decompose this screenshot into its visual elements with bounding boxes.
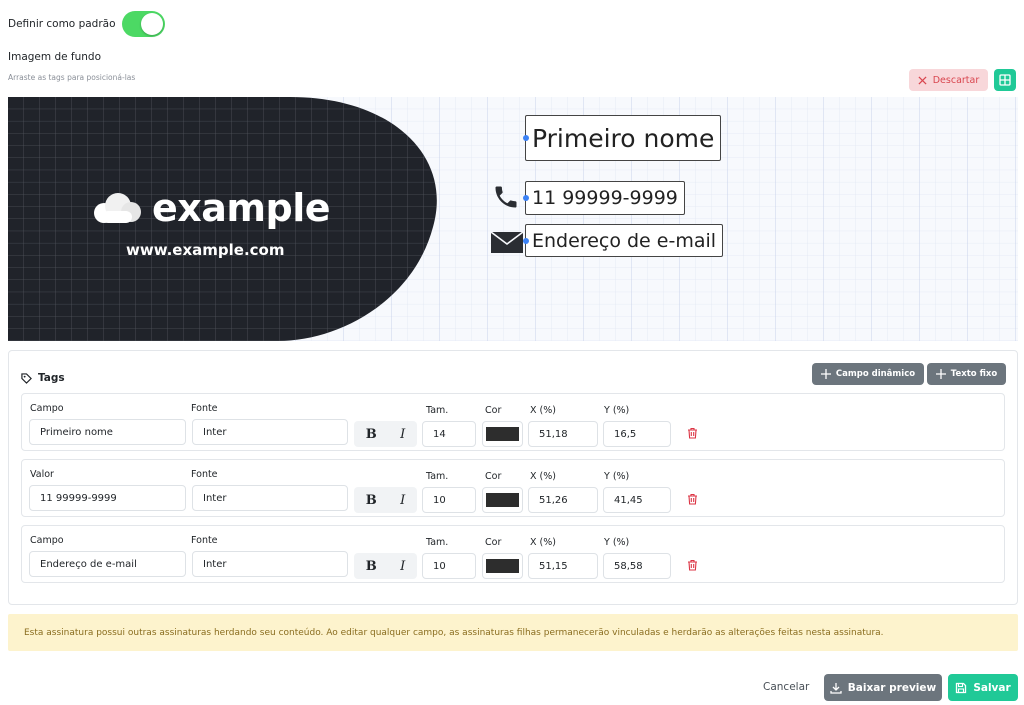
- mail-icon: [490, 231, 524, 253]
- color-swatch: [486, 427, 519, 441]
- size-label: Tam.: [426, 537, 449, 548]
- save-label: Salvar: [973, 681, 1011, 694]
- cloud-icon: [94, 193, 141, 223]
- close-icon: [918, 75, 927, 85]
- discard-button[interactable]: Descartar: [909, 69, 988, 91]
- style-toggles: B I: [354, 553, 417, 579]
- y-label: Y (%): [604, 405, 630, 416]
- italic-button[interactable]: I: [400, 427, 405, 442]
- value-label: Valor: [30, 469, 54, 480]
- cancel-button[interactable]: Cancelar: [763, 681, 809, 693]
- bold-button[interactable]: B: [366, 427, 377, 442]
- y-input[interactable]: 58,58: [603, 553, 671, 579]
- style-toggles: B I: [354, 421, 417, 447]
- italic-button[interactable]: I: [400, 493, 405, 508]
- discard-label: Descartar: [932, 74, 980, 86]
- download-preview-button[interactable]: Baixar preview: [824, 674, 942, 701]
- tags-header: Tags: [21, 372, 65, 384]
- size-input[interactable]: 10: [422, 553, 476, 579]
- toggle-knob: [140, 13, 163, 35]
- add-fixed-label: Texto fixo: [950, 369, 998, 379]
- background-hint: Arraste as tags para posicioná-las: [8, 73, 136, 82]
- y-input[interactable]: 16,5: [603, 421, 671, 447]
- trash-icon[interactable]: [687, 559, 698, 571]
- background-title: Imagem de fundo: [8, 51, 102, 63]
- color-label: Cor: [485, 537, 502, 548]
- field-select[interactable]: Primeiro nome: [29, 419, 186, 445]
- save-icon: [956, 682, 967, 693]
- tags-title: Tags: [38, 372, 65, 384]
- brand-wordmark: example: [152, 186, 331, 230]
- default-label: Definir como padrão: [8, 18, 116, 30]
- default-toggle[interactable]: [121, 11, 165, 37]
- color-swatch: [486, 493, 519, 507]
- y-input[interactable]: 41,45: [603, 487, 671, 513]
- color-swatch: [486, 559, 519, 573]
- download-preview-label: Baixar preview: [847, 681, 937, 694]
- x-label: X (%): [530, 537, 556, 548]
- x-label: X (%): [530, 405, 556, 416]
- grid-icon: [999, 74, 1011, 86]
- tag-phone[interactable]: 11 99999-9999: [523, 181, 685, 215]
- bold-button[interactable]: B: [366, 493, 377, 508]
- inheritance-notice: Esta assinatura possui outras assinatura…: [8, 614, 1018, 651]
- font-select[interactable]: Inter: [192, 551, 348, 577]
- field-label: Campo: [30, 403, 64, 414]
- font-label: Fonte: [191, 535, 218, 546]
- color-picker[interactable]: [482, 421, 523, 447]
- brand-url: www.example.com: [126, 241, 285, 259]
- value-input[interactable]: 11 99999-9999: [29, 485, 186, 511]
- add-dynamic-field-button[interactable]: Campo dinâmico: [812, 363, 924, 385]
- brand-logo: example: [90, 186, 331, 230]
- default-setting: Definir como padrão: [8, 11, 165, 37]
- style-toggles: B I: [354, 487, 417, 513]
- x-input[interactable]: 51,18: [528, 421, 598, 447]
- bold-button[interactable]: B: [366, 559, 377, 574]
- tag-first-name[interactable]: Primeiro nome: [522, 115, 722, 161]
- y-label: Y (%): [604, 537, 630, 548]
- font-label: Fonte: [191, 403, 218, 414]
- size-input[interactable]: 14: [422, 421, 476, 447]
- x-input[interactable]: 51,26: [528, 487, 598, 513]
- tag-icon: [21, 372, 32, 384]
- tag-row: Campo Fonte Tam. Cor X (%) Y (%) Endereç…: [21, 525, 1005, 583]
- color-label: Cor: [485, 405, 502, 416]
- save-button[interactable]: Salvar: [948, 674, 1018, 701]
- add-dynamic-label: Campo dinâmico: [835, 369, 916, 379]
- tag-row: Valor Fonte Tam. Cor X (%) Y (%) 11 9999…: [21, 459, 1005, 517]
- plus-icon: [935, 369, 946, 379]
- grid-toggle-button[interactable]: [994, 69, 1016, 91]
- tag-row: Campo Fonte Tam. Cor X (%) Y (%) Primeir…: [21, 393, 1005, 451]
- field-select[interactable]: Endereço de e-mail: [29, 551, 186, 577]
- x-input[interactable]: 51,15: [528, 553, 598, 579]
- size-label: Tam.: [426, 471, 449, 482]
- size-label: Tam.: [426, 405, 449, 416]
- font-select[interactable]: Inter: [192, 485, 348, 511]
- trash-icon[interactable]: [687, 493, 698, 505]
- tag-email[interactable]: Endereço de e-mail: [522, 224, 724, 257]
- x-label: X (%): [530, 471, 556, 482]
- size-input[interactable]: 10: [422, 487, 476, 513]
- color-picker[interactable]: [482, 487, 523, 513]
- add-fixed-text-button[interactable]: Texto fixo: [927, 363, 1006, 385]
- y-label: Y (%): [604, 471, 630, 482]
- phone-icon: [495, 186, 517, 208]
- trash-icon[interactable]: [687, 427, 698, 439]
- font-select[interactable]: Inter: [192, 419, 348, 445]
- color-picker[interactable]: [482, 553, 523, 579]
- font-label: Fonte: [191, 469, 218, 480]
- field-label: Campo: [30, 535, 64, 546]
- color-label: Cor: [485, 471, 502, 482]
- download-icon: [830, 682, 842, 694]
- plus-icon: [820, 369, 831, 379]
- italic-button[interactable]: I: [400, 559, 405, 574]
